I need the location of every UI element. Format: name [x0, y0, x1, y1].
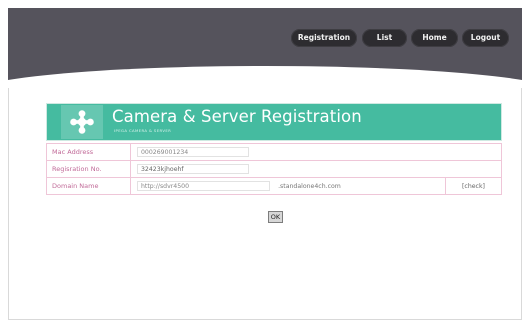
- check-link[interactable]: [check]: [445, 177, 502, 195]
- nav-registration-button[interactable]: Registration: [291, 29, 357, 47]
- ok-button[interactable]: OK: [268, 211, 283, 223]
- logo-box: [61, 105, 103, 139]
- registration-no-cell: 32423kjhoehf: [130, 160, 502, 178]
- mac-address-input[interactable]: 000269001234: [137, 147, 249, 157]
- domain-name-cell: http://sdvr4500 .standalone4ch.com: [130, 177, 446, 195]
- registration-form: Mac Address 000269001234 Regisration No.…: [46, 143, 502, 195]
- form-row-mac: Mac Address 000269001234: [46, 143, 502, 161]
- form-row-domain: Domain Name http://sdvr4500 .standalone4…: [46, 177, 502, 195]
- page-title: Camera & Server Registration: [112, 107, 362, 126]
- nav-logout-button[interactable]: Logout: [462, 29, 509, 47]
- plus-flower-logo-icon: [70, 110, 94, 134]
- mac-address-cell: 000269001234: [130, 143, 502, 161]
- domain-suffix: .standalone4ch.com: [278, 183, 341, 190]
- nav-home-button[interactable]: Home: [411, 29, 458, 47]
- registration-no-label: Regisration No.: [46, 160, 131, 178]
- nav-list-button[interactable]: List: [362, 29, 407, 47]
- domain-name-label: Domain Name: [46, 177, 131, 195]
- mac-address-label: Mac Address: [46, 143, 131, 161]
- registration-no-input[interactable]: 32423kjhoehf: [137, 164, 249, 174]
- header-bar: Registration List Home Logout: [8, 8, 522, 88]
- form-row-registration: Regisration No. 32423kjhoehf: [46, 160, 502, 178]
- registration-panel: Camera & Server Registration IPEGA CAMER…: [46, 103, 502, 195]
- header-curve: [8, 66, 522, 88]
- registration-banner: Camera & Server Registration IPEGA CAMER…: [46, 103, 502, 141]
- domain-name-input[interactable]: http://sdvr4500: [137, 181, 270, 191]
- page-subtitle: IPEGA CAMERA & SERVER: [114, 128, 172, 133]
